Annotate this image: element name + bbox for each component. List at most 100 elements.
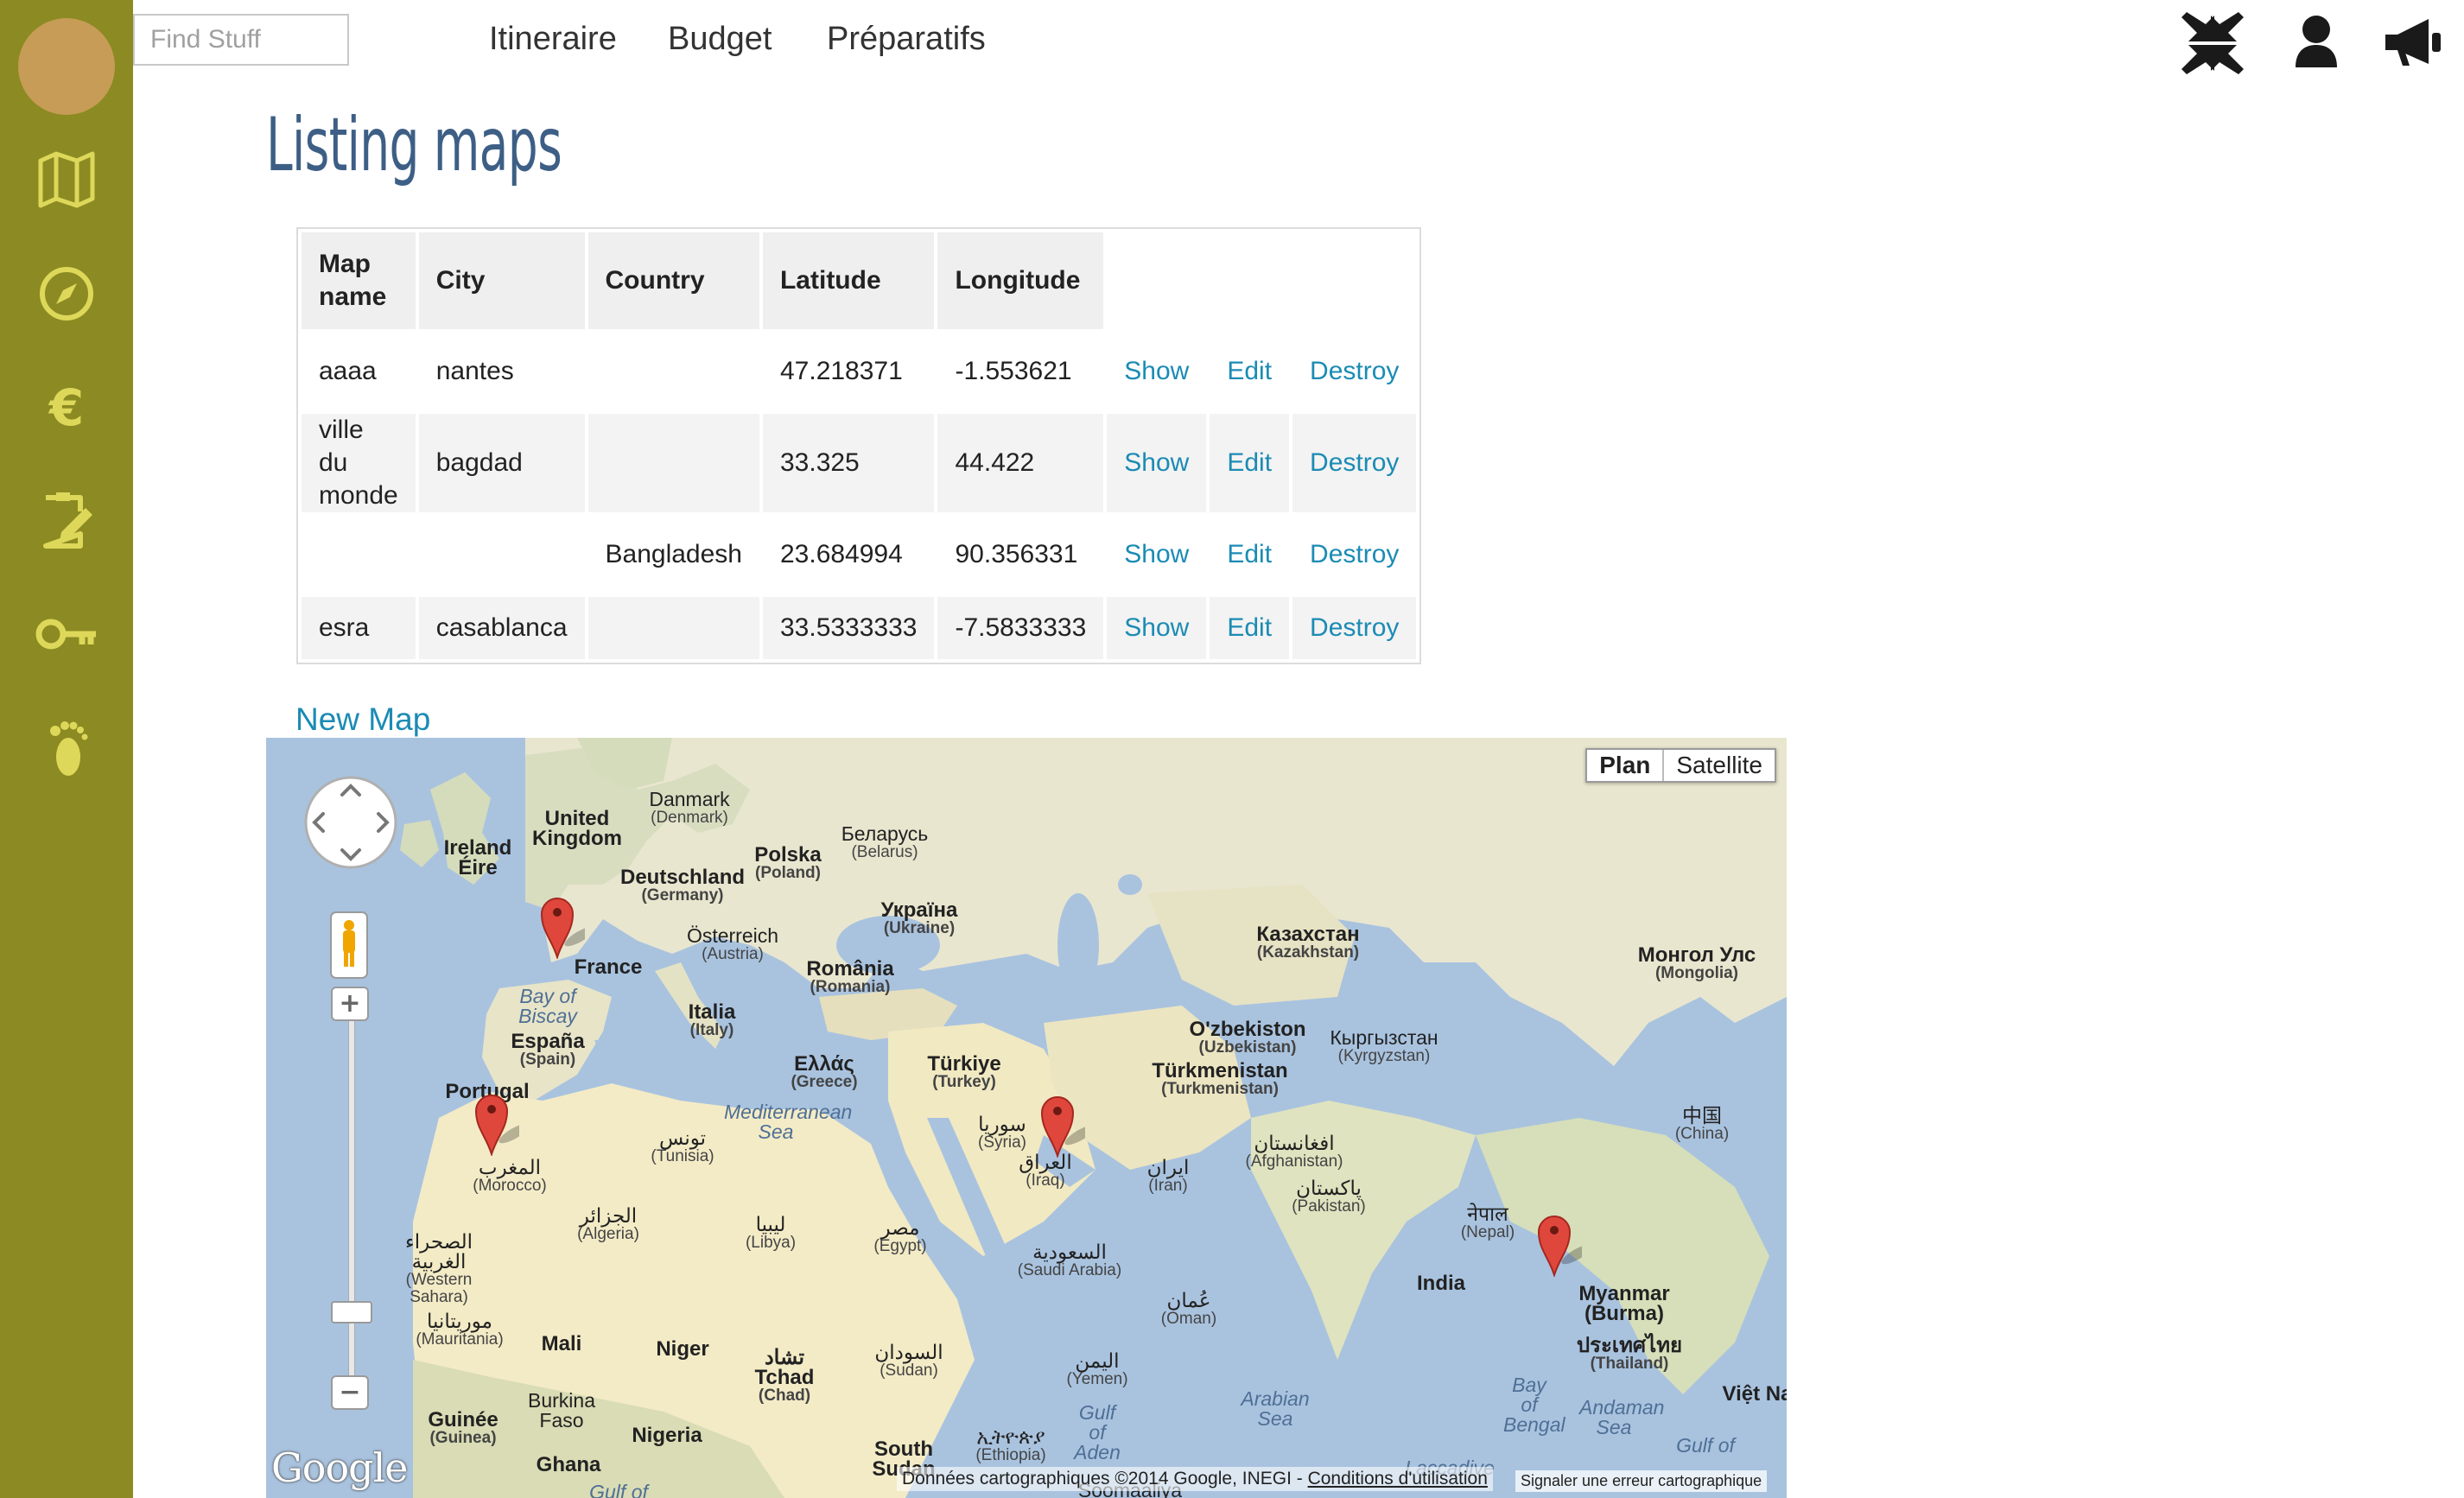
map-label: اليمن (Yemen)	[1066, 1349, 1128, 1388]
map-label: ประเทศไทย (Thailand)	[1576, 1334, 1683, 1373]
map-label: Italia (Italy)	[688, 1000, 736, 1039]
zoom-in-button[interactable]: +	[331, 987, 369, 1021]
maps-table: Map name City Country Latitude Longitude…	[296, 227, 1422, 664]
map-label: Arabian Sea	[1241, 1387, 1310, 1430]
user-icon[interactable]	[2282, 9, 2351, 78]
show-link[interactable]: Show	[1124, 448, 1189, 477]
destroy-link[interactable]: Destroy	[1310, 540, 1399, 568]
pegman-icon[interactable]	[330, 911, 368, 979]
map-label: India	[1416, 1272, 1466, 1295]
pan-control[interactable]	[302, 774, 399, 871]
key-icon[interactable]	[32, 600, 101, 669]
cell-longitude: 44.422	[937, 414, 1104, 512]
edit-link[interactable]: Edit	[1227, 448, 1272, 477]
compass-icon[interactable]	[32, 259, 101, 328]
column-header-show	[1107, 232, 1206, 329]
edit-link[interactable]: Edit	[1227, 357, 1272, 385]
sidebar: €	[0, 0, 133, 1498]
clipboard-edit-icon[interactable]	[32, 486, 101, 555]
show-link[interactable]: Show	[1124, 357, 1189, 385]
cell-map-name	[302, 516, 416, 593]
svg-text:€: €	[48, 378, 84, 437]
table-row: Bangladesh 23.684994 90.356331 Show Edit…	[302, 516, 1416, 593]
map-label: Danmark (Denmark)	[649, 788, 730, 827]
cell-longitude: -1.553621	[955, 357, 1072, 385]
map-label: România (Romania)	[806, 957, 894, 996]
map-label: O'zbekiston (Uzbekistan)	[1189, 1018, 1306, 1057]
compress-icon[interactable]	[2178, 9, 2247, 78]
destroy-link[interactable]: Destroy	[1310, 613, 1399, 642]
map-label: Türkmenistan (Turkmenistan)	[1152, 1059, 1288, 1098]
column-header-map-name: Map name	[302, 232, 416, 329]
marker-icon[interactable]	[474, 1087, 519, 1156]
nav-itineraire[interactable]: Itineraire	[489, 21, 617, 58]
nav-preparatifs[interactable]: Préparatifs	[827, 21, 986, 58]
edit-link[interactable]: Edit	[1227, 613, 1272, 642]
destroy-link[interactable]: Destroy	[1310, 448, 1399, 477]
cell-latitude: 47.218371	[779, 357, 903, 385]
cell-country	[588, 333, 759, 410]
cell-edit: Edit	[1210, 333, 1289, 410]
map-icon[interactable]	[32, 145, 101, 214]
cell-longitude: 90.356331	[955, 540, 1078, 568]
map-label: Nigeria	[632, 1424, 702, 1447]
map-attribution: Données cartographiques ©2014 Google, IN…	[897, 1467, 1493, 1491]
footprint-icon[interactable]	[32, 714, 101, 783]
map-label: Türkiye (Turkey)	[927, 1052, 1001, 1091]
map-label: عُمان (Oman)	[1160, 1289, 1217, 1328]
map-canvas[interactable]: Danmark (Denmark) United Kingdom Ireland …	[266, 738, 1787, 1498]
cell-latitude: 33.325	[762, 414, 935, 512]
report-map-error-link[interactable]: Signaler une erreur cartographique	[1515, 1470, 1768, 1492]
zoom-out-button[interactable]: −	[331, 1375, 369, 1410]
marker-icon[interactable]	[1537, 1208, 1582, 1277]
map-label: تشاد Tchad (Chad)	[754, 1346, 815, 1405]
cell-show: Show	[1107, 414, 1207, 512]
map-label: Bay of Biscay	[518, 985, 577, 1027]
map-type-satellite-button[interactable]: Satellite	[1664, 750, 1775, 781]
cell-city: casablanca	[418, 597, 585, 659]
show-link[interactable]: Show	[1124, 613, 1189, 642]
map-label: नेपाल (Nepal)	[1460, 1203, 1515, 1241]
cell-show: Show	[1107, 597, 1207, 659]
terms-link[interactable]: Conditions d'utilisation	[1308, 1469, 1488, 1488]
map-label: Беларусь (Belarus)	[841, 822, 929, 861]
page-title: Listing maps	[266, 102, 562, 188]
map-type-plan-button[interactable]: Plan	[1587, 750, 1665, 781]
column-header-city: City	[418, 232, 585, 329]
new-map-link[interactable]: New Map	[295, 701, 430, 738]
map-label: Кыргызстан (Kyrgyzstan)	[1330, 1026, 1438, 1065]
cell-map-name: ville du monde	[302, 414, 416, 512]
show-link[interactable]: Show	[1124, 540, 1189, 568]
nav-budget[interactable]: Budget	[668, 21, 772, 58]
map-label: تونس (Tunisia)	[651, 1127, 714, 1165]
column-header-edit	[1210, 232, 1289, 329]
cell-destroy: Destroy	[1292, 516, 1416, 593]
destroy-link[interactable]: Destroy	[1310, 357, 1399, 385]
zoom-slider-handle[interactable]	[331, 1301, 372, 1323]
cell-edit: Edit	[1210, 414, 1290, 512]
table-row: ville du monde bagdad 33.325 44.422 Show…	[302, 414, 1417, 512]
marker-icon[interactable]	[540, 890, 585, 959]
map-label: ليبيا (Libya)	[745, 1213, 797, 1252]
cell-longitude: -7.5833333	[937, 597, 1104, 659]
map-label: United Kingdom	[532, 807, 622, 850]
cell-map-name: aaaa	[319, 357, 377, 385]
euro-icon[interactable]: €	[32, 373, 101, 442]
marker-icon[interactable]	[1040, 1089, 1085, 1158]
cell-edit: Edit	[1210, 597, 1290, 659]
cell-country: Bangladesh	[605, 540, 742, 568]
edit-link[interactable]: Edit	[1227, 540, 1272, 568]
cell-destroy: Destroy	[1292, 414, 1417, 512]
map-label: ኢትዮጵያ (Ethiopia)	[975, 1425, 1046, 1464]
map-label: سوريا (Syria)	[978, 1113, 1026, 1152]
map-label: España (Spain)	[511, 1030, 585, 1069]
column-header-latitude: Latitude	[762, 232, 935, 329]
search-input[interactable]	[133, 14, 349, 66]
map-label: السعودية (Saudi Arabia)	[1017, 1241, 1122, 1279]
avatar[interactable]	[18, 18, 115, 115]
megaphone-icon[interactable]	[2380, 9, 2449, 78]
zoom-track[interactable]	[348, 997, 355, 1396]
map-label: Guinée (Guinea)	[428, 1408, 499, 1447]
cell-map-name: esra	[302, 597, 416, 659]
map-label: السودان (Sudan)	[874, 1341, 943, 1380]
